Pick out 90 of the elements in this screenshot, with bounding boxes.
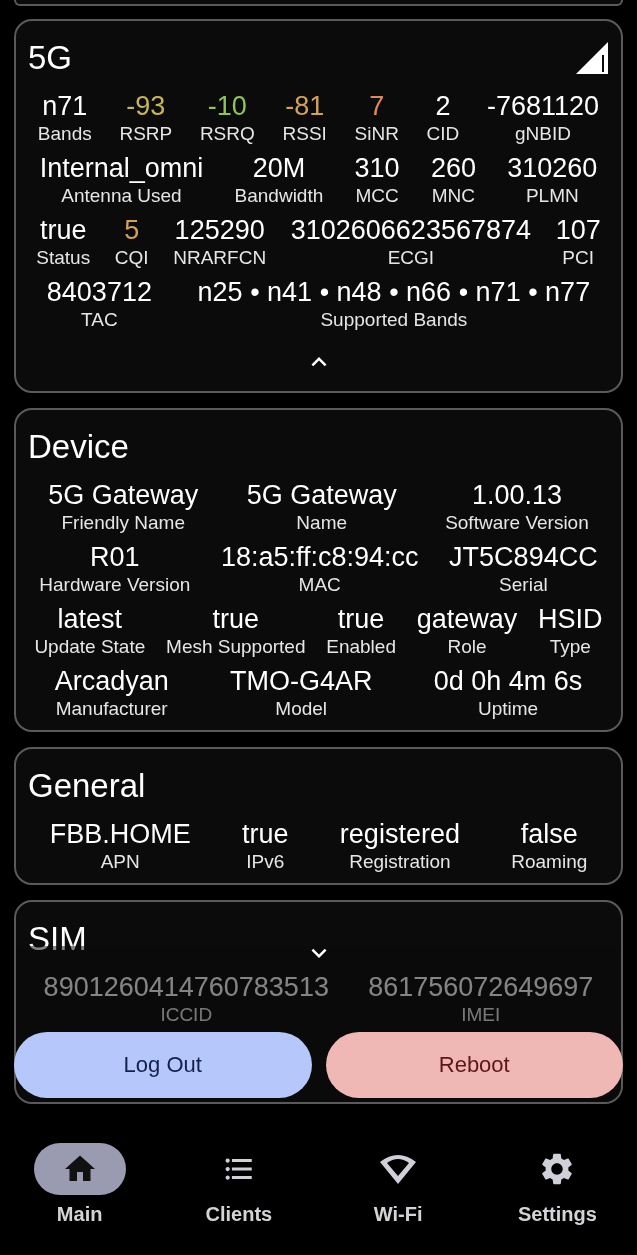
- stat-label: IMEI: [461, 1003, 501, 1026]
- stat-value: 260: [430, 153, 476, 184]
- stat-value: 5G Gateway: [246, 480, 397, 511]
- stat-label: Update State: [34, 635, 146, 658]
- stat-label: RSRP: [119, 122, 173, 145]
- signal-icon: [575, 41, 609, 75]
- nav-tab[interactable]: Wi-Fi: [338, 1143, 459, 1226]
- stat-value: 8901260414760783513: [43, 972, 329, 1003]
- stat-value: -7681120: [487, 91, 600, 122]
- stat-value: -10: [207, 91, 247, 122]
- stat-label: ECGI: [387, 246, 435, 269]
- stat-label: Enabled: [326, 635, 396, 658]
- stat-value: 7: [369, 91, 385, 122]
- stat-label: ICCID: [160, 1003, 213, 1026]
- stat-value: 18:a5:ff:c8:94:cc: [220, 542, 419, 573]
- stat-value: true: [242, 819, 289, 850]
- stat-label: CQI: [114, 246, 149, 269]
- card-title: General: [28, 767, 146, 805]
- stat-label: Antenna Used: [61, 184, 182, 207]
- stat-label: Bands: [37, 122, 92, 145]
- stat-label: Bandwidth: [234, 184, 324, 207]
- stat-label: Hardware Version: [39, 573, 191, 596]
- stat-label: TAC: [81, 308, 118, 331]
- nav-tab[interactable]: Settings: [497, 1143, 618, 1226]
- stat-value: registered: [339, 819, 460, 850]
- stat-value: true: [40, 215, 87, 246]
- stat-value: n25 • n41 • n48 • n66 • n71 • n77: [197, 277, 591, 308]
- stat-label: Roaming: [511, 850, 588, 873]
- stat-label: IPv6: [246, 850, 285, 873]
- stat-value: Arcadyan: [54, 666, 169, 697]
- stat-label: Uptime: [477, 697, 539, 720]
- stat-value: 5: [124, 215, 140, 246]
- stat-value: latest: [57, 604, 123, 635]
- stat-label: PLMN: [525, 184, 579, 207]
- stat-label: Type: [549, 635, 591, 658]
- reboot-button[interactable]: Reboot: [325, 1032, 623, 1098]
- stat-label: MAC: [298, 573, 341, 596]
- stat-label: Mesh Supported: [166, 635, 306, 658]
- logout-button[interactable]: Log Out: [14, 1032, 312, 1098]
- stat-label: APN: [100, 850, 140, 873]
- stat-value: gateway: [416, 604, 518, 635]
- stat-value: Internal_omni: [39, 153, 204, 184]
- stat-value: FBB.HOME: [49, 819, 191, 850]
- stat-value: 107: [555, 215, 601, 246]
- stat-label: Model: [275, 697, 328, 720]
- stat-label: Friendly Name: [61, 511, 185, 534]
- stat-label: Serial: [499, 573, 548, 596]
- card-title: SIM: [28, 920, 87, 958]
- stat-label: Manufacturer: [55, 697, 168, 720]
- stat-value: 20M: [252, 153, 306, 184]
- stat-label: PCI: [562, 246, 594, 269]
- stat-value: 1.00.13: [471, 480, 562, 511]
- stat-value: 0d 0h 4m 6s: [433, 666, 583, 697]
- card-title: Device: [28, 428, 129, 466]
- card-title: 5G: [28, 39, 73, 77]
- stat-label: NRARFCN: [173, 246, 267, 269]
- stat-label: Name: [296, 511, 348, 534]
- stat-value: 5G Gateway: [48, 480, 199, 511]
- stat-label: MNC: [431, 184, 476, 207]
- nav-tab[interactable]: Clients: [178, 1143, 299, 1226]
- stat-label: CID: [426, 122, 460, 145]
- stat-label: gNBID: [515, 122, 571, 145]
- stat-value: true: [212, 604, 260, 635]
- stat-value: HSID: [538, 604, 603, 635]
- stat-value: 8403712: [46, 277, 152, 308]
- stat-label: Supported Bands: [320, 308, 468, 331]
- stat-value: TMO-G4AR: [229, 666, 373, 697]
- stat-label: MCC: [355, 184, 399, 207]
- nav-tab[interactable]: Main: [19, 1143, 140, 1226]
- stat-label: Software Version: [445, 511, 589, 534]
- stat-label: Status: [36, 246, 91, 269]
- stat-label: RSRQ: [199, 122, 255, 145]
- stat-value: R01: [90, 542, 140, 573]
- stat-label: SiNR: [354, 122, 399, 145]
- stat-label: RSSI: [282, 122, 327, 145]
- stat-label: Registration: [349, 850, 451, 873]
- stat-value: n71: [42, 91, 88, 122]
- stat-value: 125290: [174, 215, 265, 246]
- wifi-icon: [378, 1152, 419, 1186]
- stat-value: true: [337, 604, 385, 635]
- stat-value: JT5C894CC: [449, 542, 598, 573]
- stat-value: -81: [285, 91, 325, 122]
- stat-value: 3102606623567874: [290, 215, 531, 246]
- stat-value: 310: [354, 153, 400, 184]
- stat-value: -93: [126, 91, 166, 122]
- stat-value: 2: [435, 91, 451, 122]
- stat-value: false: [520, 819, 578, 850]
- stat-label: Role: [447, 635, 487, 658]
- stat-value: 310260: [507, 153, 598, 184]
- stat-value: 861756072649697: [368, 972, 594, 1003]
